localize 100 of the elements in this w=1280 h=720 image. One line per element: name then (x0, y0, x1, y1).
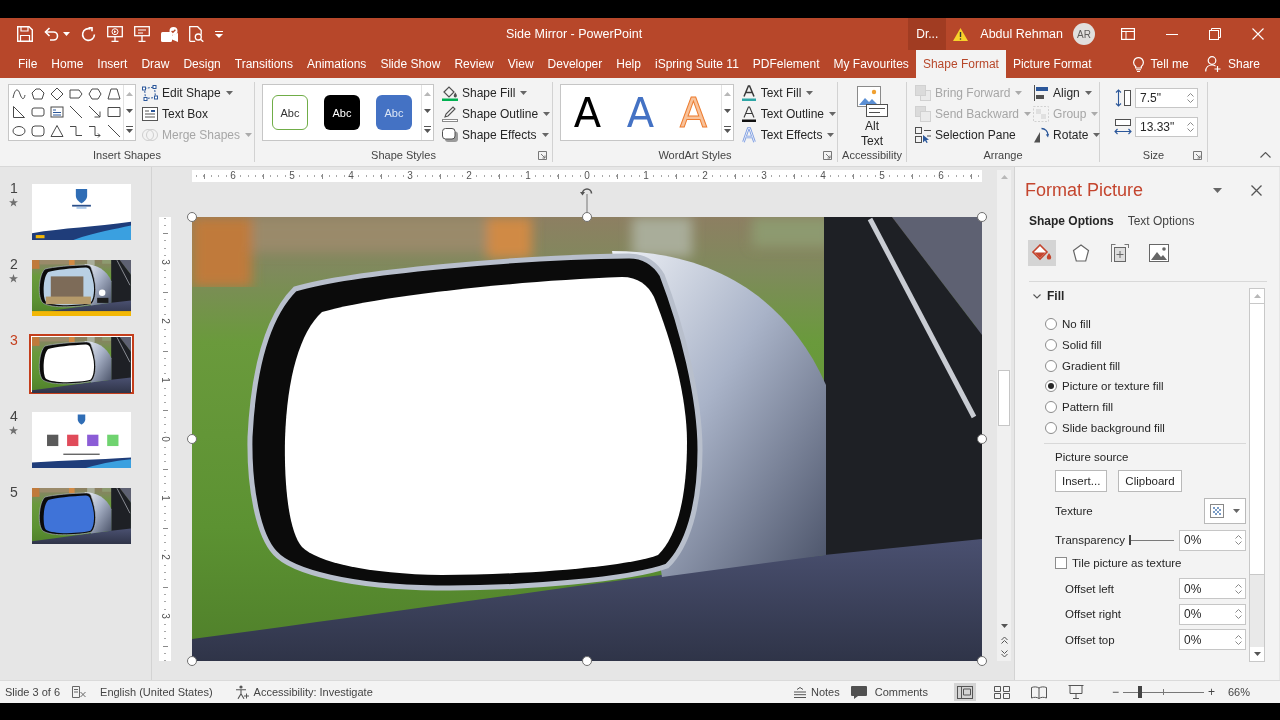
resize-handle[interactable] (582, 656, 592, 666)
checkbox-label[interactable]: Tile picture as texture (1072, 556, 1182, 569)
collapse-ribbon-icon[interactable] (1260, 152, 1271, 158)
offset-field[interactable]: 0% (1179, 578, 1246, 600)
spin-arrows-icon[interactable] (1235, 534, 1242, 547)
language-indicator[interactable]: English (United States) (100, 686, 213, 698)
ribbon-tab[interactable]: Slide Show (373, 50, 448, 78)
caret-icon[interactable] (1213, 187, 1222, 193)
section-header[interactable]: Fill (1047, 289, 1065, 303)
spin-arrows-icon[interactable] (1187, 121, 1194, 133)
share-button[interactable]: Share (1204, 50, 1260, 78)
dialog-launcher-icon[interactable] (1193, 151, 1202, 160)
resize-handle[interactable] (977, 656, 987, 666)
comments-button[interactable]: Comments (850, 685, 928, 699)
radio-label[interactable]: No fill (1062, 318, 1091, 330)
texture-dropdown[interactable] (1204, 497, 1246, 524)
hexagon-icon[interactable] (87, 87, 102, 102)
shape-outline-button[interactable]: Shape Outline (441, 103, 552, 124)
undo-icon[interactable] (44, 27, 59, 41)
curve-icon[interactable] (11, 87, 26, 102)
shape-effects-button[interactable]: Shape Effects (441, 124, 552, 145)
normal-view-button[interactable] (953, 683, 976, 701)
resize-handle[interactable] (977, 212, 987, 222)
title-bar-button[interactable]: Dr... (908, 18, 947, 50)
elbow-arrow-icon[interactable] (87, 123, 102, 138)
text-effects-button[interactable]: Text Effects (739, 124, 837, 145)
edit-shape-button[interactable]: Edit Shape (141, 82, 254, 103)
resize-handle[interactable] (187, 656, 197, 666)
shape-fill-button[interactable]: Shape Fill (441, 82, 552, 103)
ribbon-tab[interactable]: Transitions (227, 50, 300, 78)
resize-handle[interactable] (977, 434, 987, 444)
scroll-down-icon[interactable] (723, 109, 731, 113)
page-magnifier-icon[interactable] (189, 26, 204, 42)
text-box-button[interactable]: Text Box (141, 103, 254, 124)
pane-tab[interactable]: Shape Options (1029, 213, 1114, 229)
radio-button[interactable] (1045, 338, 1057, 351)
radio-label[interactable]: Solid fill (1062, 338, 1102, 351)
ribbon-tab[interactable]: iSpring Suite 11 (647, 50, 746, 78)
freeform-icon[interactable] (30, 87, 45, 102)
ribbon-tab[interactable]: My Favourites (826, 50, 916, 78)
customize-caret-icon[interactable] (215, 30, 223, 38)
slide-thumbnail[interactable] (32, 412, 131, 468)
radio-button[interactable] (1045, 380, 1057, 393)
previous-slide-icon[interactable] (1000, 636, 1008, 644)
spin-arrows-icon[interactable] (1235, 633, 1242, 646)
ribbon-tab[interactable]: Picture Format (1005, 50, 1099, 78)
gallery-more-icon[interactable] (723, 126, 731, 134)
alt-text-button[interactable]: Alt Text (849, 82, 895, 149)
shape-style-preset[interactable]: Abc (324, 95, 360, 130)
gallery-more-icon[interactable] (126, 126, 133, 134)
slide-thumbnail[interactable] (29, 334, 134, 394)
resize-handle[interactable] (187, 212, 197, 222)
ribbon-tab[interactable]: Draw (134, 50, 177, 78)
restore-icon[interactable] (1209, 28, 1221, 40)
selection-pane-button[interactable]: Selection Pane (914, 124, 1033, 145)
line-icon[interactable] (106, 123, 121, 138)
scroll-down-icon[interactable] (424, 109, 431, 113)
picture-source-button[interactable]: Clipboard (1118, 469, 1182, 492)
minimize-icon[interactable] (1166, 33, 1178, 35)
ribbon-tab[interactable]: Help (609, 50, 648, 78)
align-button[interactable]: Align (1032, 82, 1102, 103)
offset-field[interactable]: 0% (1179, 629, 1246, 651)
caret-icon[interactable] (63, 32, 70, 36)
oval-icon[interactable] (11, 123, 26, 138)
presentation-screen-icon[interactable] (134, 26, 150, 42)
rotate-button[interactable]: Rotate (1032, 124, 1102, 145)
scrollbar-thumb[interactable] (1250, 303, 1264, 575)
ribbon-tab[interactable]: PDFelement (745, 50, 827, 78)
notes-button[interactable]: Notes (794, 686, 840, 698)
gallery-more-icon[interactable] (424, 126, 431, 134)
radio-label[interactable]: Picture or texture fill (1062, 380, 1164, 393)
pentagon-arrow-icon[interactable] (68, 87, 83, 102)
ribbon-display-icon[interactable] (1121, 28, 1135, 40)
resize-handle[interactable] (582, 212, 592, 222)
ribbon-tab[interactable]: Insert (90, 50, 135, 78)
right-triangle-icon[interactable] (11, 105, 26, 120)
radio-button[interactable] (1045, 401, 1057, 414)
user-avatar[interactable]: AR (1073, 23, 1095, 45)
rounded-rectangle-icon[interactable] (30, 123, 45, 138)
chevron-icon[interactable] (1033, 293, 1041, 299)
slide-thumbnail[interactable] (32, 260, 131, 316)
ribbon-tab[interactable]: Home (44, 50, 91, 78)
zoom-in-button[interactable]: + (1207, 685, 1215, 699)
radio-button[interactable] (1045, 318, 1057, 330)
shape-style-preset[interactable]: Abc (376, 95, 412, 130)
close-icon[interactable] (1251, 184, 1262, 196)
ribbon-tab[interactable]: View (500, 50, 541, 78)
scroll-down-icon[interactable] (1253, 652, 1261, 656)
radio-label[interactable]: Pattern fill (1062, 401, 1114, 414)
video-camera-icon[interactable] (161, 26, 178, 42)
ribbon-tab[interactable]: Developer (540, 50, 610, 78)
spin-arrows-icon[interactable] (1187, 92, 1194, 104)
accessibility-button[interactable]: Accessibility: Investigate (234, 685, 373, 699)
wordart-style-preset[interactable]: A (626, 92, 655, 133)
text-fill-button[interactable]: Text Fill (739, 82, 837, 103)
shape-width-field[interactable]: 13.33" (1135, 117, 1198, 137)
shape-style-preset[interactable]: Abc (272, 95, 308, 130)
checkbox[interactable] (1055, 556, 1067, 569)
pane-tab[interactable]: Text Options (1127, 213, 1195, 229)
offset-field[interactable]: 0% (1179, 603, 1246, 625)
